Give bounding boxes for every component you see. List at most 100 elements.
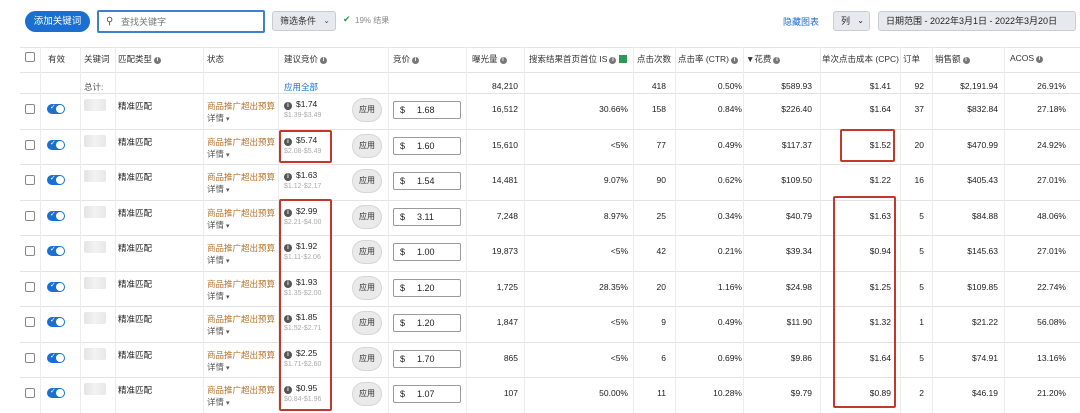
row-divider <box>20 164 1080 165</box>
column-divider <box>1004 47 1005 413</box>
search-input[interactable] <box>121 15 259 29</box>
header-spend[interactable]: ▼花费 i <box>746 53 781 65</box>
header-enabled[interactable]: 有效 <box>48 53 65 65</box>
status-detail-link[interactable]: 详情 ▾ <box>207 361 230 373</box>
row-checkbox[interactable] <box>25 353 35 363</box>
columns-dropdown[interactable]: 列 ⌄ <box>833 11 870 31</box>
bid-value: 1.20 <box>417 283 435 293</box>
bid-input[interactable]: $1.20 <box>393 279 461 297</box>
row-checkbox[interactable] <box>25 211 35 221</box>
top-of-search-is-value: 30.66% <box>599 104 628 114</box>
search-box[interactable]: ⚲ <box>97 10 265 33</box>
clicks-value: 25 <box>656 211 666 221</box>
bid-input[interactable]: $1.20 <box>393 314 461 332</box>
orders-value: 37 <box>914 104 924 114</box>
enable-toggle[interactable]: ✓ <box>47 388 65 398</box>
header-suggested-bid[interactable]: 建议竞价 i <box>284 53 328 65</box>
header-sales[interactable]: 销售额 i <box>935 53 970 65</box>
filter-dropdown[interactable]: 筛选条件 ⌄ <box>272 11 336 31</box>
highlight-box <box>840 129 895 162</box>
chart-toggle-icon[interactable] <box>619 55 628 63</box>
status-detail-link[interactable]: 详情 ▾ <box>207 148 230 160</box>
apply-button[interactable]: 应用 <box>352 382 382 406</box>
bid-input[interactable]: $1.68 <box>393 101 461 119</box>
header-match-type[interactable]: 匹配类型 i <box>118 53 162 65</box>
row-checkbox[interactable] <box>25 140 35 150</box>
select-all-checkbox[interactable] <box>25 52 35 62</box>
enable-toggle[interactable]: ✓ <box>47 175 65 185</box>
currency-symbol: $ <box>400 105 406 115</box>
add-keyword-button[interactable]: 添加关键词 <box>25 11 90 32</box>
enable-toggle[interactable]: ✓ <box>47 140 65 150</box>
bid-input[interactable]: $1.70 <box>393 350 461 368</box>
date-range-picker[interactable]: 日期范围 - 2022年3月1日 - 2022年3月20日 <box>878 11 1076 31</box>
row-divider <box>20 235 1080 236</box>
status-detail-label: 详情 <box>207 149 225 159</box>
row-checkbox[interactable] <box>25 104 35 114</box>
header-keyword[interactable]: 关键词 <box>84 53 110 65</box>
enable-toggle[interactable]: ✓ <box>47 317 65 327</box>
spend-value: $226.40 <box>781 104 812 114</box>
header-cpc[interactable]: 单次点击成本 (CPC) <box>822 53 899 65</box>
apply-button[interactable]: 应用 <box>352 240 382 264</box>
header-bid[interactable]: 竞价 i <box>393 53 420 65</box>
toggle-knob <box>56 389 64 397</box>
enable-toggle[interactable]: ✓ <box>47 246 65 256</box>
suggested-bid: i $1.74 <box>284 99 317 110</box>
apply-button[interactable]: 应用 <box>352 169 382 193</box>
enable-toggle[interactable]: ✓ <box>47 353 65 363</box>
header-impressions[interactable]: 曝光量 i <box>472 53 507 65</box>
status-detail-link[interactable]: 详情 ▾ <box>207 396 230 408</box>
header-top-of-search-is[interactable]: 搜索结果首页首位 IS i <box>529 53 630 65</box>
status-detail-link[interactable]: 详情 ▾ <box>207 290 230 302</box>
row-checkbox[interactable] <box>25 282 35 292</box>
ctr-value: 0.62% <box>717 175 742 185</box>
header-ctr[interactable]: 点击率 (CTR) i <box>678 53 738 65</box>
apply-button[interactable]: 应用 <box>352 134 382 158</box>
enable-toggle[interactable]: ✓ <box>47 104 65 114</box>
row-checkbox[interactable] <box>25 175 35 185</box>
row-checkbox[interactable] <box>25 317 35 327</box>
enable-toggle[interactable]: ✓ <box>47 282 65 292</box>
bid-input[interactable]: $3.11 <box>393 208 461 226</box>
search-icon: ⚲ <box>106 16 114 27</box>
apply-button[interactable]: 应用 <box>352 311 382 335</box>
hide-chart-link[interactable]: 隐藏图表 <box>783 15 819 28</box>
bid-value: 3.11 <box>417 212 434 222</box>
status-detail-link[interactable]: 详情 ▾ <box>207 112 230 124</box>
apply-button[interactable]: 应用 <box>352 205 382 229</box>
ctr-value: 0.84% <box>717 104 742 114</box>
bid-input[interactable]: $1.60 <box>393 137 461 155</box>
chevron-down-icon: ▾ <box>226 400 230 407</box>
enable-toggle[interactable]: ✓ <box>47 211 65 221</box>
status-detail-link[interactable]: 详情 ▾ <box>207 219 230 231</box>
result-count: 19% 结果 <box>355 16 390 25</box>
bid-input[interactable]: $1.00 <box>393 243 461 261</box>
check-icon: ✓ <box>50 317 56 324</box>
bid-input[interactable]: $1.07 <box>393 385 461 403</box>
bid-input[interactable]: $1.54 <box>393 172 461 190</box>
header-orders[interactable]: 订单 <box>903 53 920 65</box>
column-divider <box>80 47 81 413</box>
spend-value: $39.34 <box>786 246 812 256</box>
status-detail-link[interactable]: 详情 ▾ <box>207 325 230 337</box>
row-checkbox[interactable] <box>25 388 35 398</box>
totals-spend: $589.93 <box>781 81 812 91</box>
apply-all-link[interactable]: 应用全部 <box>284 81 318 93</box>
status-detail-link[interactable]: 详情 ▾ <box>207 183 230 195</box>
apply-button[interactable]: 应用 <box>352 347 382 371</box>
header-status[interactable]: 状态 <box>207 53 224 65</box>
header-acos[interactable]: ACOS i <box>1010 53 1044 63</box>
chevron-down-icon: ▾ <box>226 365 230 372</box>
header-clicks[interactable]: 点击次数 <box>637 53 671 65</box>
row-checkbox[interactable] <box>25 246 35 256</box>
info-icon: i <box>412 57 420 64</box>
sales-value: $84.88 <box>972 211 998 221</box>
status-detail-link[interactable]: 详情 ▾ <box>207 254 230 266</box>
check-icon: ✓ <box>50 388 56 395</box>
info-icon: i <box>773 57 781 64</box>
clicks-value: 11 <box>657 388 666 398</box>
column-divider <box>932 47 933 413</box>
apply-button[interactable]: 应用 <box>352 98 382 122</box>
apply-button[interactable]: 应用 <box>352 276 382 300</box>
